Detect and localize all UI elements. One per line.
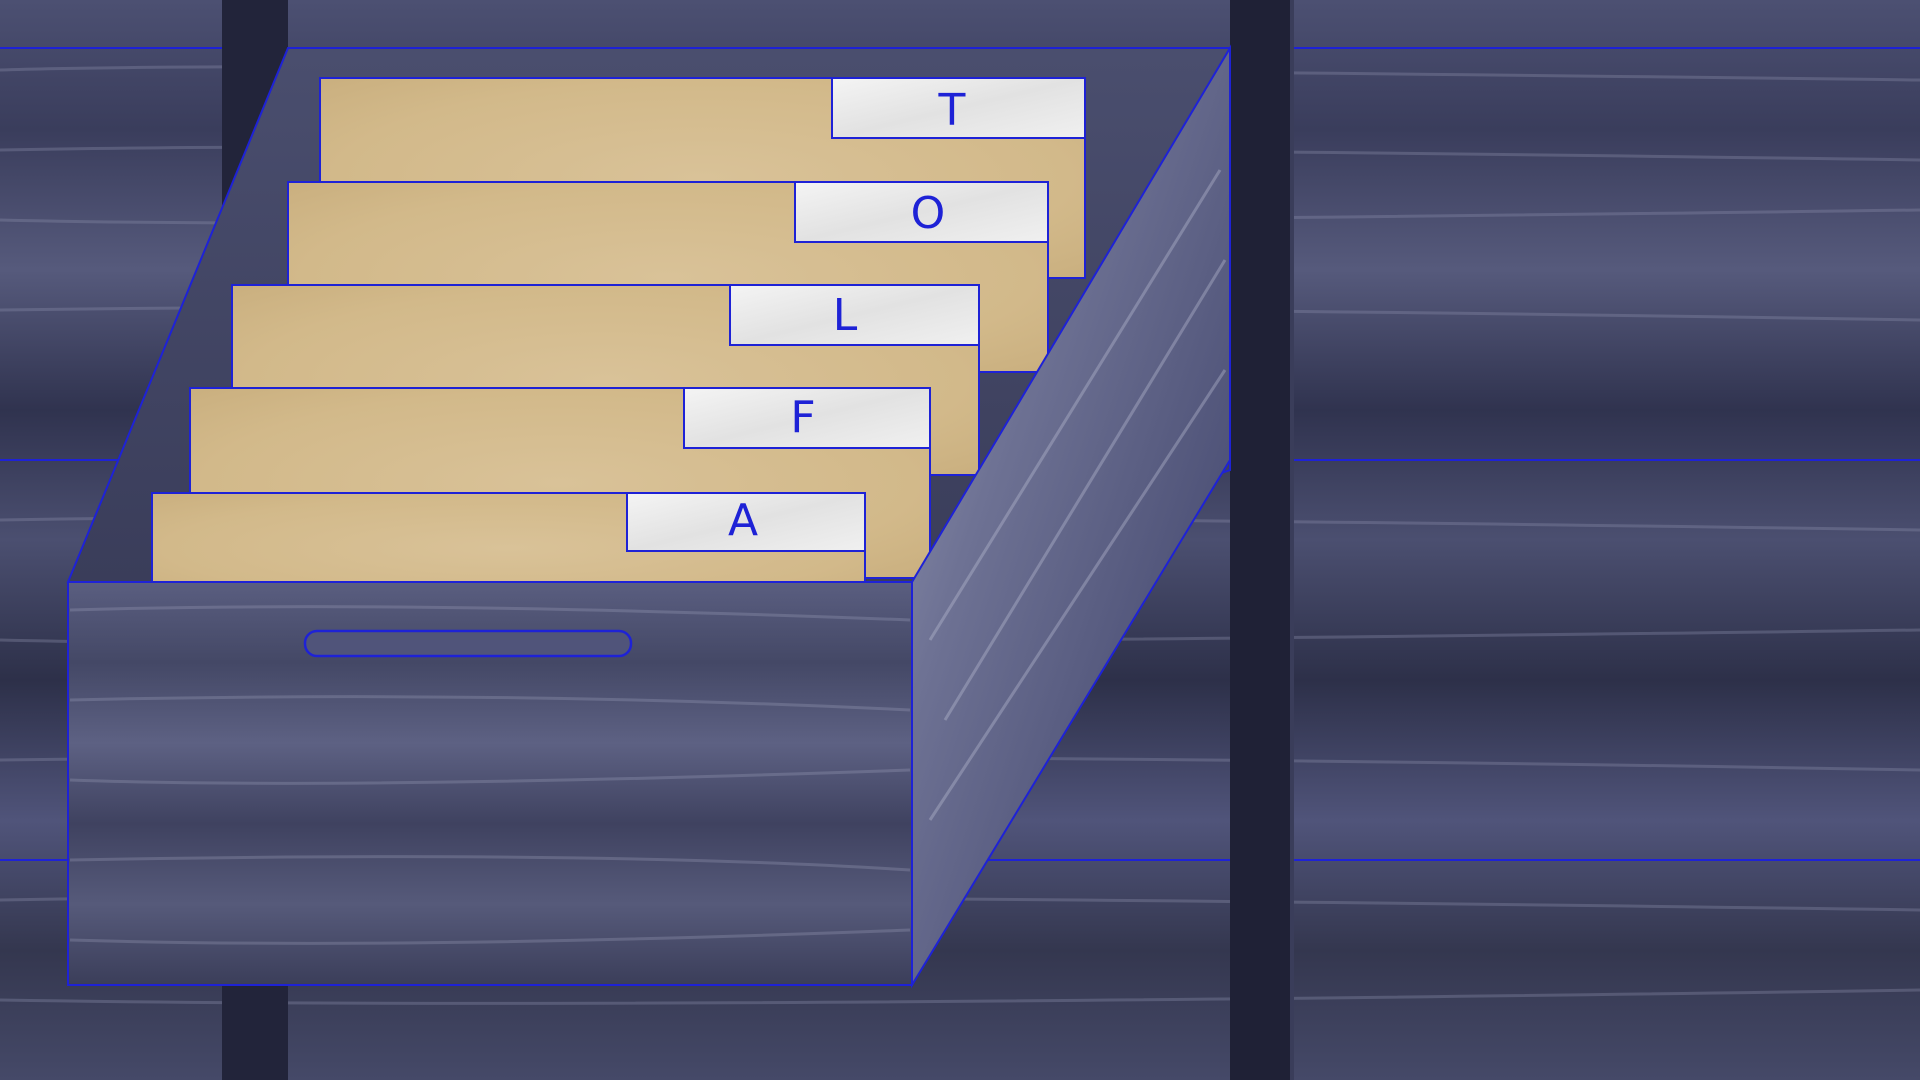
- file-cabinet-scene: T O L F A: [0, 0, 1920, 1080]
- folder-tab-label: O: [911, 188, 946, 239]
- cabinet-post-right: [1230, 0, 1292, 1080]
- folder-tab-label: L: [833, 290, 858, 341]
- folder-tab-label: A: [728, 495, 758, 546]
- folder-tab-label: T: [938, 85, 966, 136]
- folder-tab-label: F: [790, 392, 815, 443]
- drawer-handle[interactable]: [303, 629, 633, 658]
